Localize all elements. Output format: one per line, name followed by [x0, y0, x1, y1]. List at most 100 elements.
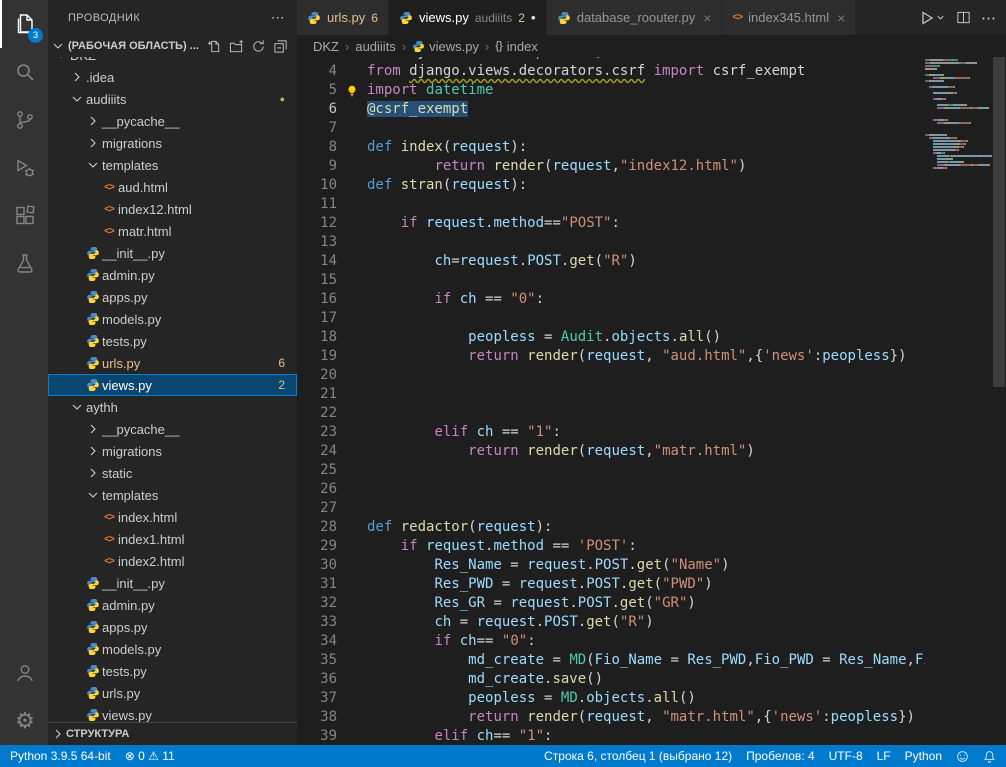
code-line-19[interactable]: 19 return render(request, "aud.html",{'n…: [297, 347, 925, 366]
tree-item-DKZ[interactable]: DKZ: [48, 57, 297, 66]
tree-item-__pycache__[interactable]: __pycache__: [48, 110, 297, 132]
testing-icon[interactable]: [0, 240, 48, 288]
outline-section-header[interactable]: СТРУКТУРА: [48, 722, 297, 745]
status-bell-icon[interactable]: [983, 750, 996, 763]
breadcrumb-item-index[interactable]: {}index: [495, 39, 537, 54]
tree-item-views.py[interactable]: views.py: [48, 704, 297, 722]
new-folder-icon[interactable]: [227, 37, 245, 55]
extensions-icon[interactable]: [0, 192, 48, 240]
tree-item-admin.py[interactable]: admin.py: [48, 264, 297, 286]
tree-item-views.py[interactable]: views.py2: [48, 374, 297, 396]
new-file-icon[interactable]: [205, 37, 223, 55]
code-line-7[interactable]: 7: [297, 119, 925, 138]
split-editor-button[interactable]: [956, 10, 971, 25]
code-line-11[interactable]: 11: [297, 195, 925, 214]
code-line-4[interactable]: 4from django.views.decorators.csrf impor…: [297, 62, 925, 81]
breadcrumb-item-views.py[interactable]: views.py: [412, 39, 479, 54]
code-line-36[interactable]: 36 md_create.save(): [297, 670, 925, 689]
more-actions-button[interactable]: ⋯: [981, 9, 996, 27]
code-line-28[interactable]: 28def redactor(request):: [297, 518, 925, 537]
settings-gear-icon[interactable]: ⚙: [0, 697, 48, 745]
code-line-15[interactable]: 15: [297, 271, 925, 290]
code-line-26[interactable]: 26: [297, 480, 925, 499]
refresh-icon[interactable]: [249, 37, 267, 55]
tab-database_roouter.py[interactable]: database_roouter.py×: [547, 0, 723, 35]
code-line-20[interactable]: 20: [297, 366, 925, 385]
tab-index345.html[interactable]: <>index345.html×: [722, 0, 856, 35]
tree-item-aythh[interactable]: aythh: [48, 396, 297, 418]
code-line-12[interactable]: 12 if request.method=="POST":: [297, 214, 925, 233]
status-problems[interactable]: ⊗ 0 ⚠ 11: [125, 749, 175, 763]
run-python-file-button[interactable]: [919, 10, 946, 26]
status-language-mode[interactable]: Python: [905, 749, 942, 763]
code-line-5[interactable]: 5import datetime: [297, 81, 925, 100]
account-icon[interactable]: [0, 649, 48, 697]
code-line-39[interactable]: 39 elif ch== "1":: [297, 727, 925, 745]
tree-item-index12.html[interactable]: <>index12.html: [48, 198, 297, 220]
code-line-32[interactable]: 32 Res_GR = request.POST.get("GR"): [297, 594, 925, 613]
code-viewport[interactable]: 3from aythh.models import MD,Audit4from …: [297, 57, 925, 745]
tree-item-models.py[interactable]: models.py: [48, 638, 297, 660]
scrollbar-thumb[interactable]: [993, 57, 1005, 387]
vertical-scrollbar[interactable]: [992, 57, 1006, 745]
code-line-10[interactable]: 10def stran(request):: [297, 176, 925, 195]
tree-item-urls.py[interactable]: urls.py6: [48, 352, 297, 374]
code-line-29[interactable]: 29 if request.method == 'POST':: [297, 537, 925, 556]
tree-item-__init__.py[interactable]: __init__.py: [48, 242, 297, 264]
tree-item-apps.py[interactable]: apps.py: [48, 616, 297, 638]
tree-item-static[interactable]: static: [48, 462, 297, 484]
tree-item-index2.html[interactable]: <>index2.html: [48, 550, 297, 572]
tree-item-migrations[interactable]: migrations: [48, 132, 297, 154]
run-debug-icon[interactable]: [0, 144, 48, 192]
code-line-31[interactable]: 31 Res_PWD = request.POST.get("PWD"): [297, 575, 925, 594]
close-icon[interactable]: ×: [835, 10, 845, 26]
collapse-all-icon[interactable]: [271, 37, 289, 55]
code-line-22[interactable]: 22: [297, 404, 925, 423]
tree-item-templates[interactable]: templates: [48, 154, 297, 176]
code-line-38[interactable]: 38 return render(request, "matr.html",{'…: [297, 708, 925, 727]
code-line-14[interactable]: 14 ch=request.POST.get("R"): [297, 252, 925, 271]
code-line-18[interactable]: 18 peopless = Audit.objects.all(): [297, 328, 925, 347]
tree-item-.idea[interactable]: .idea: [48, 66, 297, 88]
tree-item-index1.html[interactable]: <>index1.html: [48, 528, 297, 550]
code-line-6[interactable]: 6@csrf_exempt: [297, 100, 925, 119]
tree-item-__pycache__[interactable]: __pycache__: [48, 418, 297, 440]
code-line-24[interactable]: 24 return render(request,"matr.html"): [297, 442, 925, 461]
breadcrumb-item-DKZ[interactable]: DKZ: [313, 39, 339, 54]
status-cursor-position[interactable]: Строка 6, столбец 1 (выбрано 12): [544, 749, 732, 763]
tree-item-tests.py[interactable]: tests.py: [48, 330, 297, 352]
tree-item-tests.py[interactable]: tests.py: [48, 660, 297, 682]
tree-item-templates[interactable]: templates: [48, 484, 297, 506]
code-line-23[interactable]: 23 elif ch == "1":: [297, 423, 925, 442]
code-line-8[interactable]: 8def index(request):: [297, 138, 925, 157]
explorer-icon[interactable]: 3: [0, 0, 48, 48]
code-line-13[interactable]: 13: [297, 233, 925, 252]
status-indentation[interactable]: Пробелов: 4: [746, 749, 815, 763]
tree-item-models.py[interactable]: models.py: [48, 308, 297, 330]
status-feedback-icon[interactable]: [956, 750, 969, 763]
minimap[interactable]: [925, 57, 992, 745]
code-line-34[interactable]: 34 if ch== "0":: [297, 632, 925, 651]
source-control-icon[interactable]: [0, 96, 48, 144]
code-line-17[interactable]: 17: [297, 309, 925, 328]
tab-urls.py[interactable]: urls.py6: [297, 0, 389, 35]
tree-item-__init__.py[interactable]: __init__.py: [48, 572, 297, 594]
status-python-interpreter[interactable]: Python 3.9.5 64-bit: [10, 749, 111, 763]
tree-item-apps.py[interactable]: apps.py: [48, 286, 297, 308]
search-icon[interactable]: [0, 48, 48, 96]
code-line-16[interactable]: 16 if ch == "0":: [297, 290, 925, 309]
workspace-section-header[interactable]: (РАБОЧАЯ ОБЛАСТЬ) ...: [48, 35, 297, 57]
tab-views.py[interactable]: views.pyaudiiits2●: [389, 0, 547, 35]
tree-item-index.html[interactable]: <>index.html: [48, 506, 297, 528]
code-line-21[interactable]: 21: [297, 385, 925, 404]
code-line-33[interactable]: 33 ch = request.POST.get("R"): [297, 613, 925, 632]
status-encoding[interactable]: UTF-8: [829, 749, 863, 763]
status-eol[interactable]: LF: [877, 749, 891, 763]
code-line-35[interactable]: 35 md_create = MD(Fio_Name = Res_PWD,Fio…: [297, 651, 925, 670]
tree-item-migrations[interactable]: migrations: [48, 440, 297, 462]
close-icon[interactable]: ×: [701, 10, 711, 26]
code-line-30[interactable]: 30 Res_Name = request.POST.get("Name"): [297, 556, 925, 575]
code-line-27[interactable]: 27: [297, 499, 925, 518]
tree-item-admin.py[interactable]: admin.py: [48, 594, 297, 616]
code-line-9[interactable]: 9 return render(request,"index12.html"): [297, 157, 925, 176]
